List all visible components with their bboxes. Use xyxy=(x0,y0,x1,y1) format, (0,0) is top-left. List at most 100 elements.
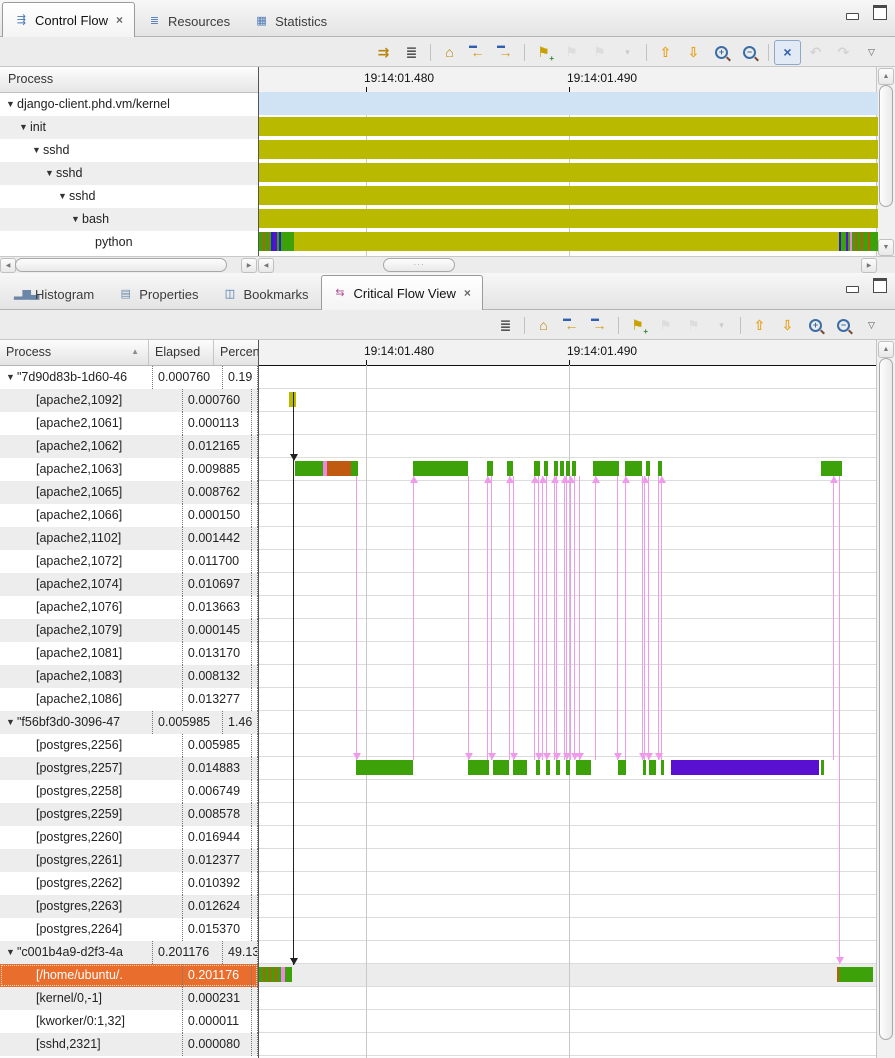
expand-toggle-icon[interactable]: ▼ xyxy=(69,208,82,231)
python-state-bar[interactable] xyxy=(870,232,878,251)
view-menu-button[interactable]: ▽ xyxy=(858,313,885,338)
critical-path-bar[interactable] xyxy=(554,461,558,476)
scrollbar-thumb[interactable] xyxy=(879,358,893,1040)
previous-event-button[interactable]: ←▬ xyxy=(558,313,585,338)
crossed-arrows-toggle-button[interactable]: × xyxy=(774,40,801,65)
table-row[interactable]: [postgres,2263]0.0126243.08 xyxy=(0,895,258,918)
tab-histogram[interactable]: ▂▆▃Histogram xyxy=(2,278,106,309)
next-event-button[interactable]: →▬ xyxy=(586,313,613,338)
next-event-button[interactable]: →▬ xyxy=(492,40,519,65)
critical-path-bar[interactable] xyxy=(625,461,642,476)
process-column-header[interactable]: Process xyxy=(0,67,258,93)
process-tree-row[interactable]: ▼init xyxy=(0,116,258,139)
table-row[interactable]: [apache2,1062]0.0121652.97 xyxy=(0,435,258,458)
tree-hscrollbar[interactable]: ◀ ▶ xyxy=(0,258,257,271)
table-row[interactable]: ▼"f56bf3d0-3096-470.0059851.46 xyxy=(0,711,258,734)
percent-column-header[interactable]: Percent xyxy=(214,340,258,365)
move-down-button[interactable]: ⇩ xyxy=(774,313,801,338)
critical-path-bar[interactable] xyxy=(671,760,819,775)
python-state-bar[interactable] xyxy=(281,232,294,251)
process-tree-row[interactable]: ▼sshd xyxy=(0,162,258,185)
critical-path-bar[interactable] xyxy=(295,461,323,476)
critical-path-bar[interactable] xyxy=(618,760,626,775)
expand-toggle-icon[interactable]: ▼ xyxy=(56,185,69,208)
tab-bookmarks[interactable]: ◫Bookmarks xyxy=(211,278,321,309)
align-views-button[interactable]: ⇉ xyxy=(370,40,397,65)
time-axis[interactable]: 19:14:01.48019:14:01.490 xyxy=(259,67,878,93)
table-row[interactable]: [apache2,1081]0.0131703.22 xyxy=(0,642,258,665)
table-row[interactable]: [apache2,1083]0.0081321.99 xyxy=(0,665,258,688)
scroll-up-icon[interactable]: ▲ xyxy=(878,68,894,85)
table-row[interactable]: [apache2,1086]0.0132773.24 xyxy=(0,688,258,711)
scrollbar-thumb[interactable] xyxy=(15,258,227,272)
tab-critical-flow-view[interactable]: ⇆Critical Flow View× xyxy=(321,275,483,310)
critical-path-bar[interactable] xyxy=(658,461,662,476)
table-row[interactable]: [apache2,1072]0.0117002.86 xyxy=(0,550,258,573)
critical-path-bar[interactable] xyxy=(285,967,292,982)
init-state-bar[interactable] xyxy=(259,117,878,136)
zoom-in-button[interactable]: + xyxy=(708,40,735,65)
maximize-button[interactable] xyxy=(873,8,887,20)
table-row[interactable]: [postgres,2264]0.0153703.75 xyxy=(0,918,258,941)
table-row[interactable]: [apache2,1092]0.0007600.19 xyxy=(0,389,258,412)
critical-path-bar[interactable] xyxy=(534,461,540,476)
control-flow-chart[interactable]: 19:14:01.48019:14:01.490 xyxy=(258,67,878,257)
scrollbar-thumb[interactable]: ··· xyxy=(383,258,455,272)
critical-flow-chart[interactable]: 19:14:01.48019:14:01.490 xyxy=(258,340,878,1058)
table-row[interactable]: [apache2,1066]0.0001500.04 xyxy=(0,504,258,527)
table-row[interactable]: ▼"7d90d83b-1d60-460.0007600.19 xyxy=(0,366,258,389)
critical-path-bar[interactable] xyxy=(560,461,564,476)
critical-path-bar[interactable] xyxy=(487,461,493,476)
critical-path-bar[interactable] xyxy=(839,967,873,982)
critical-path-bar[interactable] xyxy=(356,760,413,775)
critical-path-bar[interactable] xyxy=(661,760,664,775)
tab-control-flow[interactable]: ⇶Control Flow× xyxy=(2,2,135,37)
tab-close-icon[interactable]: × xyxy=(464,287,471,299)
table-row[interactable]: [postgres,2261]0.0123773.02 xyxy=(0,849,258,872)
expand-toggle-icon[interactable]: ▼ xyxy=(4,366,17,389)
critical-path-bar[interactable] xyxy=(351,461,358,476)
table-row[interactable]: [apache2,1076]0.0136633.34 xyxy=(0,596,258,619)
expand-toggle-icon[interactable]: ▼ xyxy=(17,116,30,139)
scrollbar-thumb[interactable] xyxy=(879,85,893,207)
critical-path-bar[interactable] xyxy=(649,760,656,775)
chart-hscrollbar[interactable]: ◀ ··· ▶ xyxy=(258,258,877,271)
critical-path-bar[interactable] xyxy=(468,760,489,775)
table-row[interactable]: [kernel/0,-1]0.0002310.06 xyxy=(0,987,258,1010)
scroll-left-icon[interactable]: ◀ xyxy=(258,258,274,273)
expand-toggle-icon[interactable]: ▼ xyxy=(4,711,17,734)
scroll-left-icon[interactable]: ◀ xyxy=(0,258,16,273)
expand-toggle-icon[interactable]: ▼ xyxy=(30,139,43,162)
table-row[interactable]: [postgres,2262]0.0103922.54 xyxy=(0,872,258,895)
zoom-in-button[interactable]: + xyxy=(802,313,829,338)
expand-toggle-icon[interactable]: ▼ xyxy=(4,93,17,116)
critical-path-bar[interactable] xyxy=(556,760,560,775)
tab-properties[interactable]: ▤Properties xyxy=(106,278,210,309)
process-tree-row[interactable]: ▼sshd xyxy=(0,139,258,162)
reset-time-range-button[interactable]: ⌂ xyxy=(530,313,557,338)
process-tree-row[interactable]: ▼django-client.phd.vm/kernel xyxy=(0,93,258,116)
process-tree-row[interactable]: python xyxy=(0,231,258,254)
bash-state-bar[interactable] xyxy=(259,209,878,228)
kernel-state-bar[interactable] xyxy=(259,92,878,115)
table-row[interactable]: [kworker/0:1,32]0.0000110.00 xyxy=(0,1010,258,1033)
table-row[interactable]: [apache2,1074]0.0106972.61 xyxy=(0,573,258,596)
critical-path-bar[interactable] xyxy=(646,461,650,476)
tab-statistics[interactable]: ▦Statistics xyxy=(242,5,339,36)
sshd-1-state-bar[interactable] xyxy=(259,140,878,159)
critical-path-bar[interactable] xyxy=(821,461,842,476)
minimize-button[interactable] xyxy=(845,281,859,293)
table-row[interactable]: [apache2,1065]0.0087622.14 xyxy=(0,481,258,504)
zoom-out-button[interactable]: − xyxy=(736,40,763,65)
view-menu-button[interactable]: ▽ xyxy=(858,40,885,65)
critical-path-bar[interactable] xyxy=(513,760,527,775)
table-row[interactable]: [postgres,2258]0.0067491.65 xyxy=(0,780,258,803)
expand-toggle-icon[interactable]: ▼ xyxy=(43,162,56,185)
critical-path-bar[interactable] xyxy=(566,760,570,775)
tab-resources[interactable]: ≣Resources xyxy=(135,5,242,36)
move-up-button[interactable]: ⇧ xyxy=(652,40,679,65)
previous-event-button[interactable]: ←▬ xyxy=(464,40,491,65)
critical-path-bar[interactable] xyxy=(544,461,548,476)
critical-path-bar[interactable] xyxy=(821,760,824,775)
maximize-button[interactable] xyxy=(873,281,887,293)
